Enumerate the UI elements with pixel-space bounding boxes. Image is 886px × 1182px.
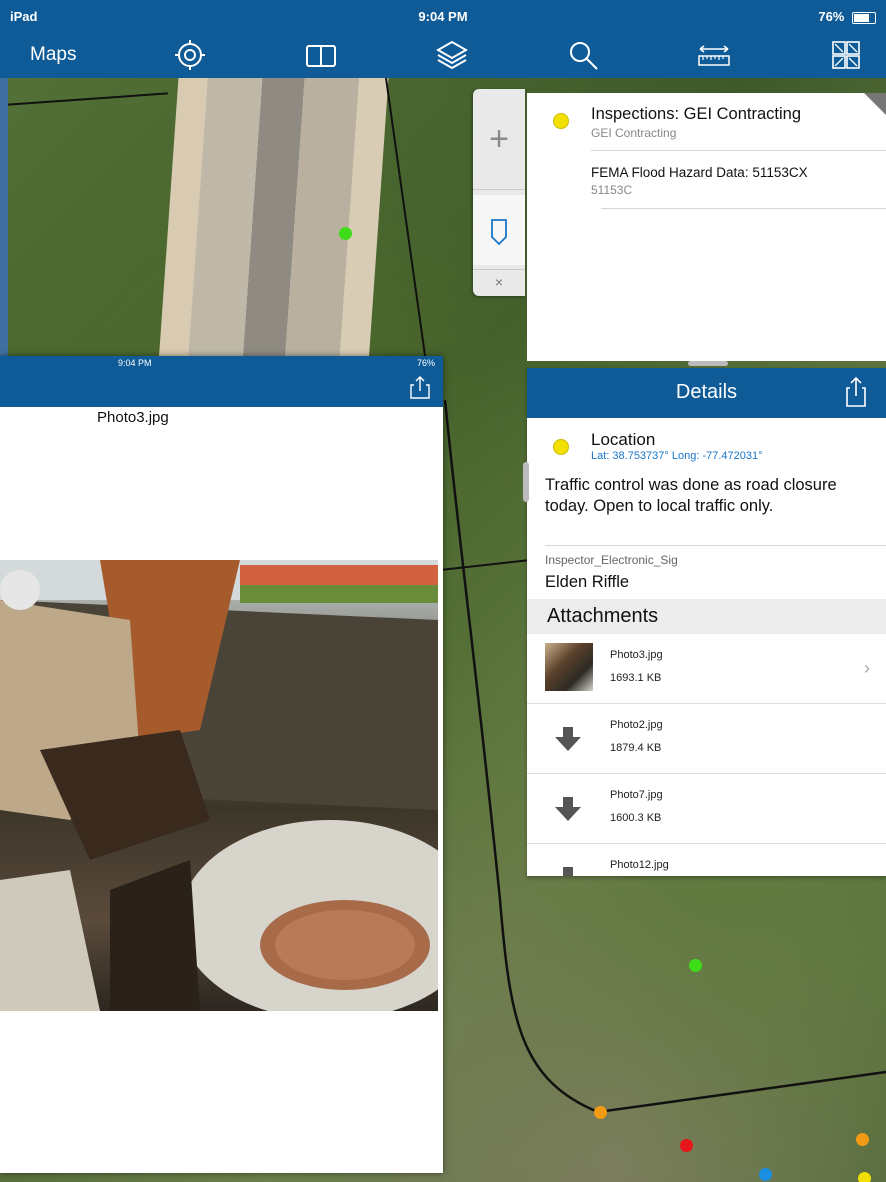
locate-icon[interactable]: [172, 38, 208, 72]
attachment-row[interactable]: Photo12.jpg: [527, 844, 886, 876]
maps-back-button[interactable]: Maps: [30, 44, 76, 66]
map-marker-orange[interactable]: [856, 1133, 869, 1146]
result-item[interactable]: FEMA Flood Hazard Data: 51153CX 51153C: [527, 151, 886, 209]
chevron-right-icon: ›: [864, 658, 870, 678]
map-marker-yellow[interactable]: [858, 1172, 871, 1182]
attachment-name: Photo3.jpg: [610, 649, 663, 661]
download-icon[interactable]: [553, 726, 583, 752]
map-marker-green[interactable]: [339, 227, 352, 240]
result-title: Inspections: GEI Contracting: [591, 105, 802, 123]
battery-indicator: 76%: [818, 9, 876, 24]
yellow-marker-icon: [553, 439, 569, 455]
details-header: Details: [527, 368, 886, 418]
panel-resize-grip[interactable]: [688, 361, 728, 366]
attachment-row[interactable]: Photo2.jpg 1879.4 KB: [527, 704, 886, 774]
result-subtitle: 51153C: [591, 183, 633, 197]
book-icon[interactable]: [303, 38, 339, 72]
attachment-name: Photo2.jpg: [610, 719, 663, 731]
side-tab-strip: + ×: [473, 89, 525, 296]
photo-thumbnail: [545, 643, 593, 691]
map-parcel-line: [8, 92, 168, 106]
inspector-field-value: Elden Riffle: [545, 573, 630, 591]
qr-icon[interactable]: [828, 38, 864, 72]
photo-viewer-status-bar: 9:04 PM 76%: [0, 356, 443, 370]
divider: [545, 545, 886, 546]
result-subtitle: GEI Contracting: [591, 126, 677, 140]
construction-photo[interactable]: [0, 560, 438, 1011]
attachments-title: Attachments: [547, 605, 659, 627]
map-marker-orange[interactable]: [594, 1106, 607, 1119]
map-marker-red[interactable]: [680, 1139, 693, 1152]
map-road: [157, 78, 389, 378]
photo-viewer-navbar: [0, 370, 443, 407]
result-title: FEMA Flood Hazard Data: 51153CX: [591, 165, 808, 180]
yellow-marker-icon: [553, 113, 569, 129]
status-bar: iPad 9:04 PM 76%: [0, 0, 886, 32]
search-icon[interactable]: [565, 38, 601, 72]
photo-viewer-window: 9:04 PM 76% Photo3.jpg: [0, 356, 443, 1173]
share-icon[interactable]: [409, 376, 431, 400]
map-parcel-line: [385, 77, 429, 376]
identify-results-panel: Inspections: GEI Contracting GEI Contrac…: [527, 93, 886, 361]
battery-percent: 76%: [416, 358, 435, 368]
map-water-edge: [0, 78, 8, 368]
attachment-size: 1879.4 KB: [610, 742, 662, 754]
inspection-description: Traffic control was done as road closure…: [545, 476, 837, 515]
location-title: Location: [591, 430, 656, 449]
status-time: 9:04 PM: [118, 358, 152, 368]
details-title: Details: [675, 381, 738, 403]
attachment-name: Photo7.jpg: [610, 789, 663, 801]
attachment-name: Photo12.jpg: [610, 859, 669, 871]
divider: [601, 208, 886, 209]
attachment-row[interactable]: Photo3.jpg 1693.1 KB ›: [527, 634, 886, 704]
pin-icon: [491, 219, 507, 246]
photo-image: [0, 560, 438, 1011]
close-tab-button[interactable]: ×: [473, 269, 525, 297]
pin-tab[interactable]: [473, 195, 525, 265]
battery-percent: 76%: [818, 9, 845, 24]
inspector-field-label: Inspector_Electronic_Sig: [545, 553, 678, 567]
download-icon[interactable]: [553, 796, 583, 822]
layers-icon[interactable]: [434, 38, 470, 72]
details-drag-handle[interactable]: [523, 462, 529, 502]
result-item[interactable]: Inspections: GEI Contracting GEI Contrac…: [527, 93, 886, 151]
map-marker-blue[interactable]: [759, 1168, 772, 1181]
details-panel: Details Location Lat: 38.753737° Long: -…: [527, 368, 886, 876]
add-tab-button[interactable]: +: [473, 89, 525, 190]
share-icon[interactable]: [844, 376, 868, 408]
attachment-row[interactable]: Photo7.jpg 1600.3 KB: [527, 774, 886, 844]
photo-title: Photo3.jpg: [97, 409, 169, 426]
attachment-size: 1600.3 KB: [610, 812, 662, 824]
status-time: 9:04 PM: [418, 9, 468, 24]
map-marker-green[interactable]: [689, 959, 702, 972]
battery-icon: [852, 11, 876, 24]
location-coordinates: Lat: 38.753737° Long: -77.472031°: [591, 450, 763, 462]
download-icon[interactable]: [553, 866, 583, 876]
main-toolbar: Maps: [0, 32, 886, 78]
attachments-header: Attachments: [527, 599, 886, 634]
measure-icon[interactable]: [696, 38, 732, 72]
attachment-size: 1693.1 KB: [610, 672, 662, 684]
